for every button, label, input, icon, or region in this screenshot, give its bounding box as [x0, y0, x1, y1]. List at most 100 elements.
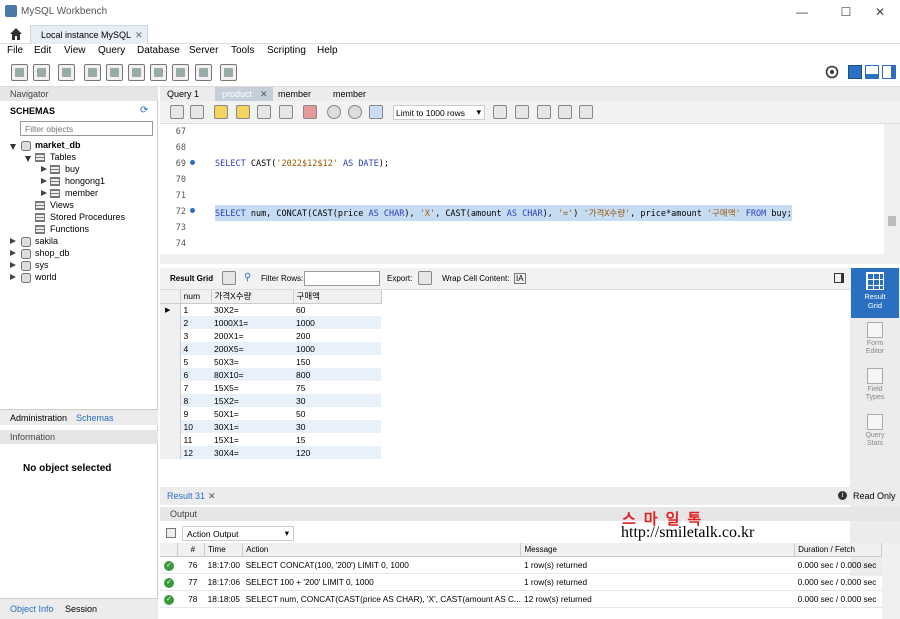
- tree-world[interactable]: world: [35, 272, 57, 282]
- home-tab[interactable]: [6, 26, 26, 42]
- explain-icon[interactable]: [257, 105, 271, 119]
- wrap-cell-icon[interactable]: IA: [514, 273, 526, 284]
- invisible-chars-icon[interactable]: [558, 105, 572, 119]
- close-connection-tab-icon[interactable]: ✕: [135, 30, 143, 41]
- grid-cell[interactable]: 1000X1=: [211, 316, 293, 329]
- menu-help[interactable]: Help: [317, 45, 338, 56]
- tab-query-1[interactable]: Query 1: [167, 89, 199, 99]
- row-selector[interactable]: [160, 446, 181, 459]
- search-table-data-icon[interactable]: [195, 64, 212, 81]
- find-replace-icon[interactable]: [537, 105, 551, 119]
- field-types-button[interactable]: Field Types: [851, 368, 899, 402]
- toggle-output-icon[interactable]: [865, 65, 879, 79]
- tab-object-info[interactable]: Object Info: [10, 604, 54, 614]
- toggle-sidebar-icon[interactable]: [848, 65, 862, 79]
- table-row[interactable]: 4 200X5= 1000: [160, 342, 381, 355]
- row-selector[interactable]: [160, 433, 181, 446]
- add-snippet-star-icon[interactable]: [493, 105, 507, 119]
- row-selector[interactable]: [160, 420, 181, 433]
- tab-result-31[interactable]: Result 31: [167, 491, 205, 501]
- open-file-icon[interactable]: [170, 105, 184, 119]
- open-sql-script-icon[interactable]: [33, 64, 50, 81]
- table-row[interactable]: 9 50X1= 50: [160, 407, 381, 420]
- close-product-tab-icon[interactable]: ✕: [260, 89, 268, 100]
- tree-tables[interactable]: Tables: [50, 152, 76, 162]
- create-view-icon[interactable]: [128, 64, 145, 81]
- tab-product[interactable]: product: [222, 89, 252, 99]
- filter-rows-input[interactable]: [304, 271, 380, 286]
- editor-horizontal-scrollbar[interactable]: [160, 254, 900, 264]
- table-row[interactable]: 6 80X10= 800: [160, 368, 381, 381]
- tab-member-1[interactable]: member: [278, 89, 311, 99]
- tab-session[interactable]: Session: [65, 604, 97, 614]
- output-row[interactable]: ✓ 77 18:17:06 SELECT 100 + '200' LIMIT 0, 1…: [160, 573, 882, 591]
- close-result-tab-icon[interactable]: ✕: [208, 491, 216, 502]
- menu-tools[interactable]: Tools: [231, 45, 254, 56]
- connection-tab[interactable]: Local instance MySQL ✕: [30, 25, 148, 44]
- table-row[interactable]: 3 200X1= 200: [160, 329, 381, 342]
- tree-views[interactable]: Views: [50, 200, 74, 210]
- grid-cell[interactable]: 30X1=: [211, 420, 293, 433]
- table-row[interactable]: 11 15X1= 15: [160, 433, 381, 446]
- grid-cell[interactable]: 11: [180, 433, 211, 446]
- new-sql-tab-icon[interactable]: [11, 64, 28, 81]
- create-procedure-icon[interactable]: [150, 64, 167, 81]
- column-header-total[interactable]: 구매액: [293, 290, 382, 304]
- grid-cell[interactable]: 12: [180, 446, 211, 459]
- output-row[interactable]: ✓ 76 18:17:00 SELECT CONCAT(100, '200') LIM…: [160, 556, 882, 574]
- action-output-select[interactable]: Action Output: [182, 526, 294, 541]
- editor-vertical-scrollbar[interactable]: [884, 124, 900, 254]
- row-selector[interactable]: [160, 355, 181, 368]
- toggle-autocommit-icon[interactable]: [369, 105, 383, 119]
- rollback-icon[interactable]: [348, 105, 362, 119]
- grid-cell[interactable]: 50X3=: [211, 355, 293, 368]
- commit-icon[interactable]: [327, 105, 341, 119]
- menu-database[interactable]: Database: [137, 45, 180, 56]
- create-function-icon[interactable]: [172, 64, 189, 81]
- copy-output-icon[interactable]: [166, 528, 176, 538]
- grid-cell[interactable]: 30X4=: [211, 446, 293, 459]
- grid-cell[interactable]: 200X1=: [211, 329, 293, 342]
- tree-sys[interactable]: sys: [35, 260, 49, 270]
- table-row[interactable]: 12 30X4= 120: [160, 446, 381, 459]
- grid-cell[interactable]: 4: [180, 342, 211, 355]
- table-row[interactable]: 2 1000X1= 1000: [160, 316, 381, 329]
- execute-icon[interactable]: [214, 105, 228, 119]
- menu-edit[interactable]: Edit: [34, 45, 51, 56]
- grid-cell[interactable]: 10: [180, 420, 211, 433]
- grid-cell[interactable]: 6: [180, 368, 211, 381]
- output-row[interactable]: ✓ 78 18:18:05 SELECT num, CONCAT(CAST(price…: [160, 590, 882, 608]
- column-header-num[interactable]: num: [180, 290, 212, 304]
- grid-cell[interactable]: 800: [293, 368, 381, 381]
- output-scrollbar[interactable]: [882, 543, 900, 619]
- row-selector[interactable]: [160, 394, 181, 407]
- execute-current-icon[interactable]: [236, 105, 250, 119]
- reconnect-icon[interactable]: [220, 64, 237, 81]
- settings-gear-icon[interactable]: [825, 65, 839, 79]
- tree-table-buy[interactable]: buy: [65, 164, 80, 174]
- expand-sys-icon[interactable]: [10, 262, 16, 268]
- row-selector[interactable]: [160, 368, 181, 381]
- menu-server[interactable]: Server: [189, 45, 218, 56]
- toggle-secondary-sidebar-icon[interactable]: [882, 65, 896, 79]
- grid-cell[interactable]: 80X10=: [211, 368, 293, 381]
- expand-member-icon[interactable]: [41, 190, 47, 196]
- export-icon[interactable]: [418, 271, 432, 285]
- tab-member-2[interactable]: member: [333, 89, 366, 99]
- filter-objects-input[interactable]: [20, 121, 153, 136]
- row-selector[interactable]: [160, 329, 181, 342]
- menu-file[interactable]: File: [7, 45, 23, 56]
- grid-cell[interactable]: 30: [293, 420, 381, 433]
- column-header-price-x-amount[interactable]: 가격X수량: [211, 290, 294, 304]
- grid-cell[interactable]: 200X5=: [211, 342, 293, 355]
- form-editor-button[interactable]: Form Editor: [851, 322, 899, 356]
- row-selector[interactable]: [160, 342, 181, 355]
- tree-table-hongong1[interactable]: hongong1: [65, 176, 105, 186]
- wrap-lines-icon[interactable]: [579, 105, 593, 119]
- expand-market-db-icon[interactable]: [10, 144, 16, 150]
- grid-cell[interactable]: 200: [293, 329, 381, 342]
- create-schema-icon[interactable]: [84, 64, 101, 81]
- code-editor[interactable]: 67 68 69 SELECT CAST('2022$12$12' AS DAT…: [160, 124, 884, 254]
- tree-stored-procedures[interactable]: Stored Procedures: [50, 212, 125, 222]
- tree-functions[interactable]: Functions: [50, 224, 89, 234]
